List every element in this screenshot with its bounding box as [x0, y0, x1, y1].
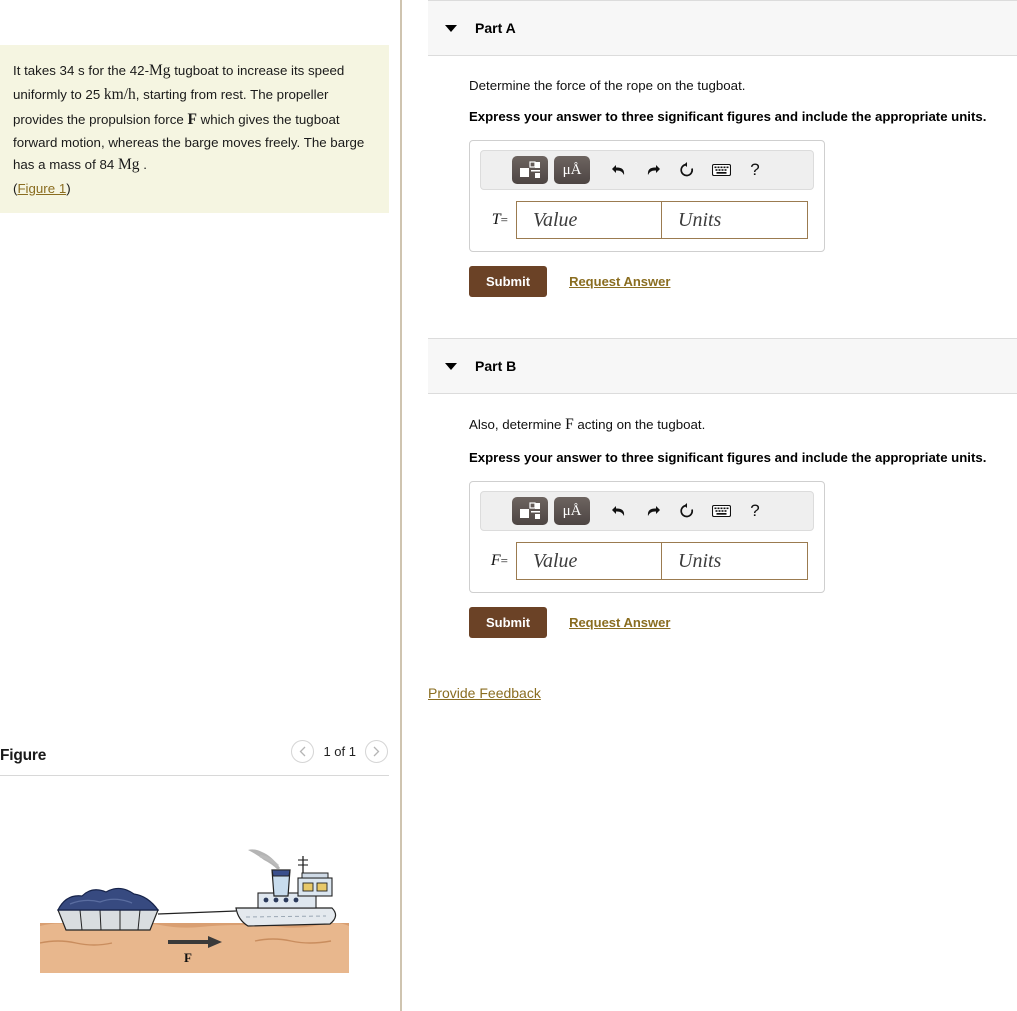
units-micro-angstrom-icon[interactable]: μÅ	[554, 497, 590, 525]
part-b-header[interactable]: Part B	[428, 338, 1017, 394]
part-a-variable-label: T=	[480, 211, 516, 229]
undo-icon[interactable]	[602, 156, 636, 184]
tugboat-hull	[235, 907, 337, 927]
barge-hull	[57, 909, 159, 931]
right-panel: Part A Determine the force of the rope o…	[428, 0, 1017, 1011]
redo-arrow-glyph	[647, 506, 660, 516]
part-b-value-input[interactable]: Value	[516, 542, 661, 580]
part-b-body: Also, determine F acting on the tugboat.…	[428, 416, 1017, 703]
reset-icon[interactable]	[670, 497, 704, 525]
math-template-icon[interactable]	[512, 156, 548, 184]
undo-arrow-glyph	[612, 165, 625, 175]
undo-arrow-glyph	[612, 506, 625, 516]
collapse-caret-icon[interactable]	[445, 24, 457, 32]
smoke-plume	[248, 849, 280, 870]
keyboard-icon[interactable]	[704, 156, 738, 184]
part-b-units-input[interactable]: Units	[661, 542, 808, 580]
part-a-actions: Submit Request Answer	[469, 266, 1017, 297]
reset-circular-arrow-glyph	[680, 503, 694, 518]
part-a-equals-sign: =	[500, 212, 508, 227]
part-b-question-pre: Also, determine	[469, 417, 566, 432]
part-b-variable-label: F=	[480, 552, 516, 570]
part-b-title: Part B	[475, 358, 517, 374]
part-a-value-input[interactable]: Value	[516, 201, 661, 239]
part-a-instruction: Express your answer to three significant…	[469, 109, 987, 124]
part-a-question: Determine the force of the rope on the t…	[469, 78, 746, 93]
cabin-roof	[301, 872, 329, 879]
part-b-answer-widget: μÅ ? F= Value Units	[469, 481, 825, 593]
part-a-body: Determine the force of the rope on the t…	[428, 78, 1017, 297]
problem-page: It takes 34 s for the 42-Mg tugboat to i…	[0, 0, 1017, 1011]
part-b-question: Also, determine F acting on the tugboat.	[469, 416, 1017, 434]
part-b-question-variable: F	[565, 416, 574, 433]
tow-rope	[157, 910, 237, 915]
part-b-submit-button[interactable]: Submit	[469, 607, 548, 638]
help-icon[interactable]: ?	[738, 497, 772, 525]
figure-pagination: 1 of 1	[291, 740, 388, 763]
unit-km-per-h: km/h	[103, 86, 136, 104]
math-template-glyph	[520, 161, 540, 178]
figure-1-link[interactable]: Figure 1	[17, 181, 66, 196]
reset-circular-arrow-glyph	[680, 162, 694, 177]
figure-divider	[0, 775, 389, 776]
unit-mg-1: Mg	[149, 62, 171, 79]
figure-counter: 1 of 1	[323, 744, 356, 759]
units-icon-label: μÅ	[562, 161, 582, 178]
part-b-question-post: acting on the tugboat.	[573, 417, 706, 432]
chevron-left-icon	[300, 746, 306, 757]
part-a-answer-widget: μÅ ? T= Value Units	[469, 140, 825, 252]
part-b-equals-sign: =	[500, 553, 508, 568]
math-template-glyph	[520, 502, 540, 519]
part-a-request-answer-link[interactable]: Request Answer	[569, 274, 670, 289]
provide-feedback-link[interactable]: Provide Feedback	[428, 685, 541, 701]
problem-seg-5: .	[139, 157, 147, 173]
part-b-actions: Submit Request Answer	[469, 607, 1017, 638]
part-a-equation-row: T= Value Units	[480, 201, 814, 239]
unit-mg-2: Mg	[117, 156, 140, 174]
problem-text: It takes 34 s for the 42-Mg tugboat to i…	[13, 59, 376, 178]
part-b-equation-row: F= Value Units	[480, 542, 814, 580]
undo-icon[interactable]	[602, 497, 636, 525]
part-a-header[interactable]: Part A	[428, 0, 1017, 56]
part-b-instruction: Express your answer to three significant…	[469, 450, 987, 465]
part-a-title: Part A	[475, 20, 516, 36]
funnel-band	[271, 869, 291, 877]
keyboard-icon[interactable]	[704, 497, 738, 525]
units-icon-label: μÅ	[562, 502, 582, 519]
figure-reference: (Figure 1)	[13, 178, 376, 199]
tugboat-barge-illustration: F	[40, 849, 349, 973]
help-question-mark: ?	[750, 160, 760, 179]
force-arrow-label: F	[184, 950, 192, 965]
problem-seg-1: It takes 34 s for the 42-	[13, 63, 149, 78]
reset-icon[interactable]	[670, 156, 704, 184]
figure-next-button[interactable]	[365, 740, 388, 763]
part-a-toolbar: μÅ ?	[480, 150, 814, 190]
figure-prev-button[interactable]	[291, 740, 315, 763]
part-a-submit-button[interactable]: Submit	[469, 266, 548, 297]
problem-statement: It takes 34 s for the 42-Mg tugboat to i…	[0, 45, 389, 213]
left-panel: It takes 34 s for the 42-Mg tugboat to i…	[0, 0, 402, 1011]
part-a-variable: T	[491, 211, 501, 228]
figure-panel-title: Figure	[0, 747, 47, 764]
part-a-units-input[interactable]: Units	[661, 201, 808, 239]
keyboard-glyph	[711, 164, 731, 176]
force-symbol-f: F	[187, 110, 197, 128]
redo-arrow-glyph	[647, 165, 660, 175]
cabin-window-1	[302, 882, 314, 892]
redo-icon[interactable]	[636, 156, 670, 184]
cabin-window-2	[316, 882, 328, 892]
math-template-icon[interactable]	[512, 497, 548, 525]
part-b-variable: F	[490, 552, 501, 569]
help-question-mark: ?	[750, 501, 760, 520]
chevron-right-icon	[373, 746, 380, 757]
redo-icon[interactable]	[636, 497, 670, 525]
collapse-caret-icon[interactable]	[445, 362, 457, 370]
help-icon[interactable]: ?	[738, 156, 772, 184]
paren-close: )	[66, 180, 71, 196]
units-micro-angstrom-icon[interactable]: μÅ	[554, 156, 590, 184]
keyboard-glyph	[711, 505, 731, 517]
part-b-request-answer-link[interactable]: Request Answer	[569, 615, 670, 630]
part-b-toolbar: μÅ ?	[480, 491, 814, 531]
